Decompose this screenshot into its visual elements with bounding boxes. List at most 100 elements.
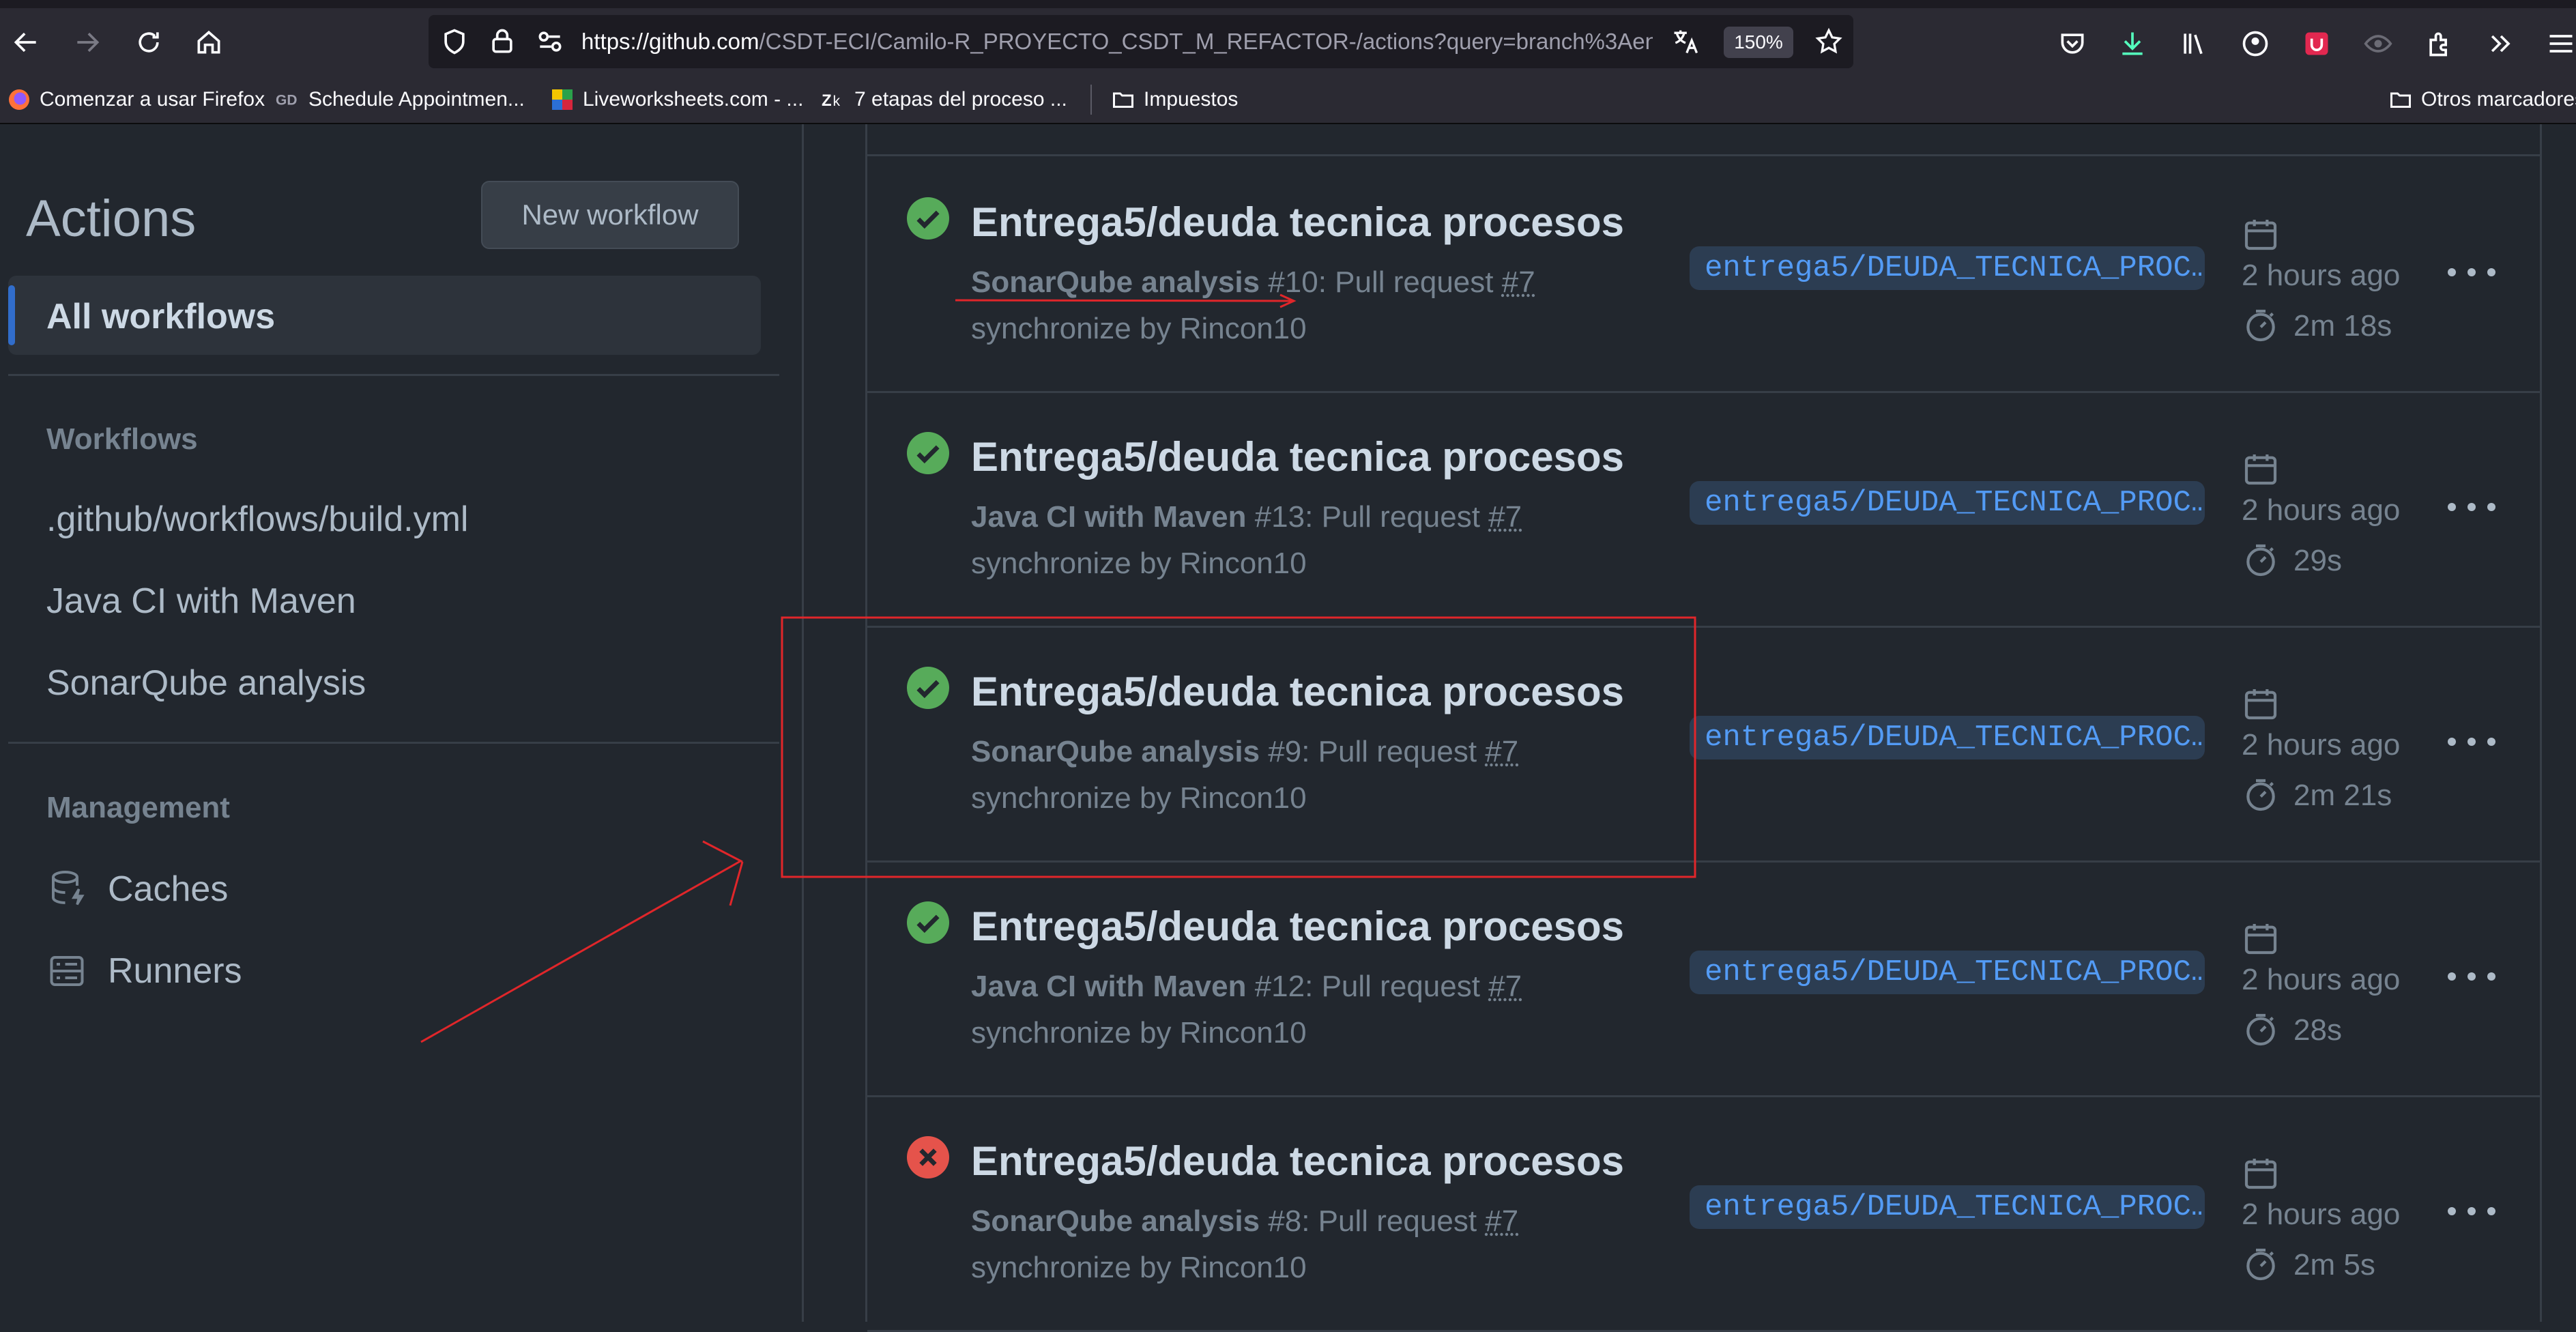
bookmark-schedule[interactable]: GD Schedule Appointmen... bbox=[276, 86, 525, 113]
url-bar[interactable]: https://github.com/CSDT-ECI/Camilo-R_PRO… bbox=[429, 15, 1853, 68]
divider bbox=[8, 742, 779, 744]
translate-icon[interactable] bbox=[1670, 27, 1701, 57]
svg-text:Z: Z bbox=[822, 91, 832, 110]
run-title[interactable]: Entrega5/deuda tecnica procesos bbox=[971, 1138, 1624, 1185]
sidebar-item-runners[interactable]: Runners bbox=[46, 947, 242, 995]
star-icon[interactable] bbox=[1814, 27, 1844, 57]
run-meta: SonarQube analysis #10: Pull request #7 bbox=[971, 265, 1535, 300]
run-workflow-name: Java CI with Maven bbox=[971, 970, 1247, 1003]
account-icon[interactable] bbox=[2240, 29, 2270, 59]
kebab-menu-button[interactable] bbox=[2448, 728, 2495, 755]
kebab-menu-button[interactable] bbox=[2448, 963, 2495, 990]
run-number: #9 bbox=[1260, 735, 1302, 768]
sidebar-item-all-workflows[interactable]: All workflows bbox=[8, 276, 761, 355]
other-bookmarks[interactable]: Otros marcadores bbox=[2388, 86, 2576, 113]
sidebar-item-caches[interactable]: Caches bbox=[46, 865, 228, 913]
bookmark-folder-impuestos[interactable]: Impuestos bbox=[1111, 86, 1238, 113]
pocket-icon[interactable] bbox=[2057, 29, 2087, 59]
pull-request-link[interactable]: #7 bbox=[1488, 500, 1522, 534]
calendar-icon bbox=[2244, 1159, 2277, 1189]
failure-x-icon bbox=[907, 1136, 949, 1178]
calendar-icon bbox=[2244, 454, 2277, 485]
back-button[interactable] bbox=[7, 23, 45, 61]
zoom-level[interactable]: 150% bbox=[1724, 27, 1793, 58]
eye-icon[interactable] bbox=[2363, 29, 2393, 59]
sidebar-item-build-yml[interactable]: .github/workflows/build.yml bbox=[46, 499, 468, 540]
bookmark-label: Schedule Appointmen... bbox=[308, 88, 525, 111]
pull-request-link[interactable]: #7 bbox=[1488, 970, 1522, 1003]
lock-icon[interactable] bbox=[487, 27, 517, 57]
home-button[interactable] bbox=[190, 23, 228, 61]
workflow-run-row[interactable]: Entrega5/deuda tecnica procesos SonarQub… bbox=[867, 626, 2540, 863]
gd-icon: GD bbox=[276, 93, 298, 108]
run-number: #8 bbox=[1260, 1204, 1302, 1238]
bookmark-label: 7 etapas del proceso ... bbox=[854, 88, 1067, 111]
overflow-chevron-icon[interactable] bbox=[2486, 29, 2516, 59]
stopwatch-icon bbox=[2246, 1248, 2275, 1281]
other-bookmarks-label: Otros marcadores bbox=[2421, 88, 2576, 111]
run-number: #12 bbox=[1246, 970, 1305, 1003]
workflow-run-row[interactable]: Entrega5/deuda tecnica procesos Java CI … bbox=[867, 860, 2540, 1097]
folder-icon bbox=[2390, 92, 2411, 108]
kebab-menu-button[interactable] bbox=[2448, 259, 2495, 286]
run-actor: synchronize by Rincon10 bbox=[971, 312, 1307, 345]
actions-sidebar: Actions New workflow All workflows Workf… bbox=[0, 124, 802, 1322]
run-title[interactable]: Entrega5/deuda tecnica procesos bbox=[971, 668, 1624, 715]
bookmark-liveworksheets[interactable]: Liveworksheets.com - ... bbox=[550, 86, 803, 113]
branch-label[interactable]: entrega5/DEUDA_TECNICA_PROC… bbox=[1690, 951, 2205, 994]
download-icon[interactable] bbox=[2117, 29, 2147, 59]
run-title[interactable]: Entrega5/deuda tecnica procesos bbox=[971, 433, 1624, 480]
kebab-menu-button[interactable] bbox=[2448, 493, 2495, 521]
bookmark-label: Impuestos bbox=[1144, 88, 1239, 111]
extensions-icon[interactable] bbox=[2425, 29, 2455, 59]
sidebar-item-sonarqube[interactable]: SonarQube analysis bbox=[46, 663, 366, 704]
permissions-icon[interactable] bbox=[535, 27, 565, 57]
sidebar-item-label: Runners bbox=[108, 951, 242, 991]
sidebar-item-java-ci-maven[interactable]: Java CI with Maven bbox=[46, 581, 356, 622]
run-timestamp: 2 hours ago bbox=[2242, 1198, 2401, 1231]
run-meta: Java CI with Maven #12: Pull request #7 bbox=[971, 970, 1522, 1004]
forward-button[interactable] bbox=[68, 23, 106, 61]
bookmark-7-etapas[interactable]: Zk 7 etapas del proceso ... bbox=[822, 86, 1067, 113]
run-timestamp: 2 hours ago bbox=[2242, 493, 2401, 527]
menu-icon[interactable] bbox=[2546, 29, 2576, 59]
run-timestamp: 2 hours ago bbox=[2242, 259, 2401, 292]
zk-icon: Zk bbox=[822, 91, 841, 110]
run-workflow-name: SonarQube analysis bbox=[971, 1204, 1260, 1238]
branch-label[interactable]: entrega5/DEUDA_TECNICA_PROC… bbox=[1690, 246, 2205, 290]
workflow-run-row[interactable]: Entrega5/deuda tecnica procesos Java CI … bbox=[867, 391, 2540, 628]
run-meta: SonarQube analysis #8: Pull request #7 bbox=[971, 1204, 1518, 1239]
browser-toolbar: https://github.com/CSDT-ECI/Camilo-R_PRO… bbox=[0, 8, 2576, 76]
run-title[interactable]: Entrega5/deuda tecnica procesos bbox=[971, 199, 1624, 246]
extension-red-icon[interactable] bbox=[2302, 29, 2332, 59]
branch-label[interactable]: entrega5/DEUDA_TECNICA_PROC… bbox=[1690, 481, 2205, 525]
branch-label[interactable]: entrega5/DEUDA_TECNICA_PROC… bbox=[1690, 1185, 2205, 1229]
run-title[interactable]: Entrega5/deuda tecnica procesos bbox=[971, 903, 1624, 950]
new-workflow-button[interactable]: New workflow bbox=[481, 181, 739, 249]
pull-request-link[interactable]: #7 bbox=[1485, 1204, 1518, 1238]
svg-text:GD: GD bbox=[276, 93, 298, 108]
success-check-icon bbox=[907, 901, 949, 944]
bookmarks-bar: Comenzar a usar Firefox GD Schedule Appo… bbox=[0, 76, 2576, 124]
run-duration: 2m 18s bbox=[2293, 309, 2392, 343]
reload-button[interactable] bbox=[130, 23, 168, 61]
run-actor: synchronize by Rincon10 bbox=[971, 1251, 1307, 1284]
pull-request-link[interactable]: #7 bbox=[1502, 265, 1535, 299]
run-timestamp: 2 hours ago bbox=[2242, 728, 2401, 762]
kebab-menu-button[interactable] bbox=[2448, 1198, 2495, 1225]
library-icon[interactable] bbox=[2179, 29, 2209, 59]
bookmark-firefox[interactable]: Comenzar a usar Firefox bbox=[7, 86, 265, 113]
tab-strip bbox=[0, 0, 2576, 8]
workflow-run-row[interactable]: Entrega5/deuda tecnica procesos SonarQub… bbox=[867, 156, 2540, 393]
run-actor: synchronize by Rincon10 bbox=[971, 781, 1307, 815]
branch-label[interactable]: entrega5/DEUDA_TECNICA_PROC… bbox=[1690, 716, 2205, 759]
firefox-icon bbox=[9, 89, 29, 110]
url-text[interactable]: https://github.com/CSDT-ECI/Camilo-R_PRO… bbox=[581, 29, 1653, 55]
success-check-icon bbox=[907, 197, 949, 240]
database-icon bbox=[52, 871, 85, 906]
workflow-run-row[interactable]: Entrega5/deuda tecnica procesos SonarQub… bbox=[867, 1095, 2540, 1332]
pull-request-link[interactable]: #7 bbox=[1485, 735, 1518, 768]
shield-icon[interactable] bbox=[439, 27, 469, 57]
run-timestamp: 2 hours ago bbox=[2242, 963, 2401, 996]
calendar-icon bbox=[2244, 220, 2277, 250]
